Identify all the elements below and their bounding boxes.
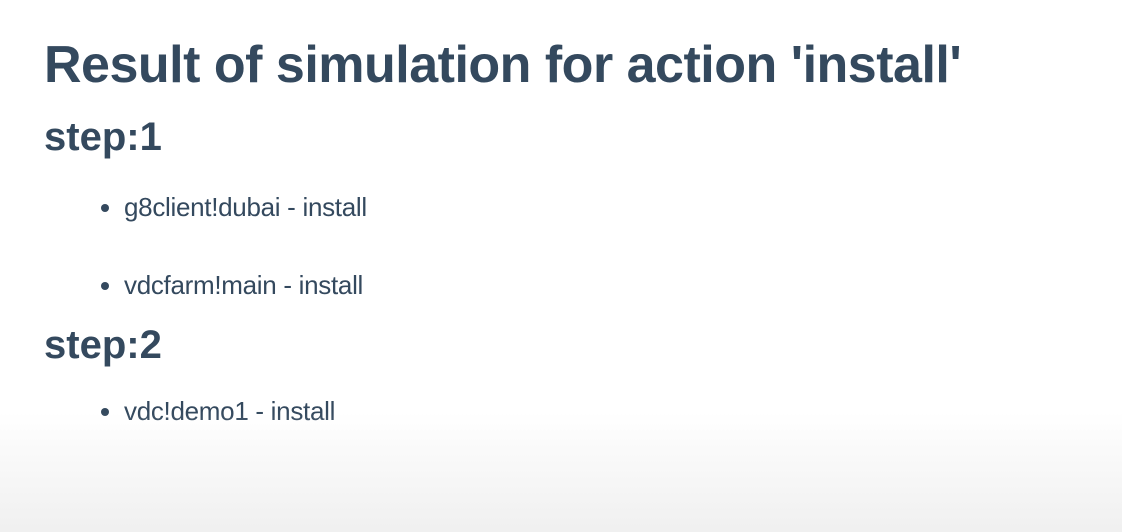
step-2-heading: step:2 — [44, 323, 162, 367]
step-1-heading: step:1 — [44, 115, 162, 159]
step-2-list: vdc!demo1 - install — [44, 394, 1102, 428]
list-item: vdc!demo1 - install — [124, 394, 1102, 428]
bottom-fade — [0, 412, 1122, 532]
step-1-list: g8client!dubai - install vdcfarm!main - … — [44, 190, 1102, 302]
list-item: vdcfarm!main - install — [124, 268, 1102, 302]
simulation-result: Result of simulation for action 'install… — [44, 30, 1102, 428]
list-item: g8client!dubai - install — [124, 190, 1102, 224]
page-title: Result of simulation for action 'install… — [44, 36, 962, 94]
